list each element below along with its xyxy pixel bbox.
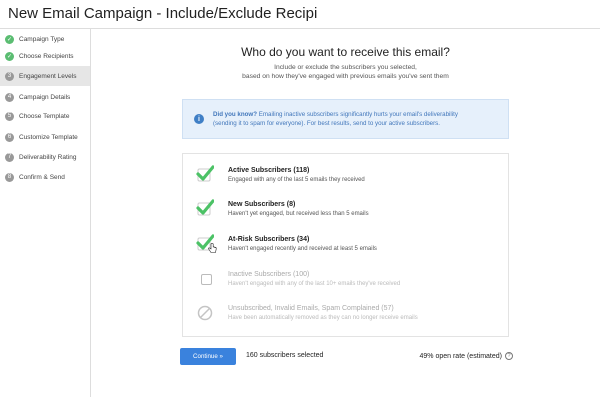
did-you-know-banner: i Did you know? Emailing inactive subscr…	[182, 99, 509, 139]
step-number-icon: 5	[5, 111, 14, 121]
option-description: Have been automatically removed as they …	[228, 315, 418, 321]
main-content: Who do you want to receive this email? I…	[91, 29, 600, 397]
option-description: Haven't yet engaged, but received less t…	[228, 211, 369, 217]
checkmark-icon: ✓	[5, 34, 14, 44]
empty-checkbox-icon[interactable]	[196, 269, 214, 287]
step-label: Confirm & Send	[19, 173, 65, 181]
tip-text-line-2: (sending it to spam for everyone). For b…	[213, 120, 440, 127]
step-number-icon: 8	[5, 172, 14, 182]
step-label: Choose Template	[19, 112, 70, 120]
checkmark-icon[interactable]	[196, 199, 214, 217]
page-title: New Email Campaign - Include/Exclude Rec…	[8, 5, 318, 22]
checkmark-icon: ✓	[5, 51, 14, 61]
step-deliverability-rating[interactable]: 7 Deliverability Rating	[0, 147, 90, 167]
open-rate-text: 49% open rate (estimated)	[419, 352, 503, 360]
option-title: Inactive Subscribers (100)	[228, 271, 310, 278]
step-label: Choose Recipients	[19, 52, 74, 60]
subtitle-line-2: based on how they've engaged with previo…	[242, 73, 449, 80]
option-title: At-Risk Subscribers (34)	[228, 236, 310, 243]
option-active-subscribers[interactable]: Active Subscribers (118) Engaged with an…	[193, 164, 503, 194]
tip-text-line-1: Emailing inactive subscribers significan…	[257, 111, 458, 118]
prohibited-icon	[197, 305, 213, 321]
step-number-icon: 7	[5, 152, 14, 162]
question-heading: Who do you want to receive this email?	[241, 45, 450, 59]
step-number-icon: 3	[5, 71, 14, 81]
selected-count: 160 subscribers selected	[246, 352, 324, 359]
help-icon[interactable]: ?	[505, 352, 513, 360]
option-title: New Subscribers (8)	[228, 201, 296, 208]
step-choose-template[interactable]: 5 Choose Template	[0, 106, 90, 126]
step-number-icon: 6	[5, 132, 14, 142]
step-label: Campaign Details	[19, 93, 71, 101]
step-number-icon: 4	[5, 92, 14, 102]
engagement-options-list: Active Subscribers (118) Engaged with an…	[182, 153, 509, 337]
option-inactive-subscribers[interactable]: Inactive Subscribers (100) Haven't engag…	[193, 268, 503, 298]
step-label: Engagement Levels	[19, 72, 77, 80]
footer-bar: Continue » 160 subscribers selected 49% …	[91, 344, 600, 368]
option-title: Active Subscribers (118)	[228, 167, 310, 174]
option-new-subscribers[interactable]: New Subscribers (8) Haven't yet engaged,…	[193, 198, 503, 228]
tip-text: Did you know? Emailing inactive subscrib…	[213, 110, 458, 128]
option-description: Engaged with any of the last 5 emails th…	[228, 177, 365, 183]
continue-button[interactable]: Continue »	[180, 348, 236, 365]
subtitle-line-1: Include or exclude the subscribers you s…	[274, 64, 417, 71]
option-unsubscribed: Unsubscribed, Invalid Emails, Spam Compl…	[193, 302, 503, 332]
step-label: Deliverability Rating	[19, 153, 77, 161]
step-customize-template[interactable]: 6 Customize Template	[0, 127, 90, 147]
open-rate-estimate: 49% open rate (estimated) ?	[419, 352, 513, 360]
option-title: Unsubscribed, Invalid Emails, Spam Compl…	[228, 305, 394, 312]
option-description: Haven't engaged recently and received at…	[228, 246, 377, 252]
checkmark-icon[interactable]	[196, 165, 214, 183]
option-description: Haven't engaged with any of the last 10+…	[228, 281, 401, 287]
step-campaign-details[interactable]: 4 Campaign Details	[0, 87, 90, 107]
info-icon: i	[194, 114, 204, 124]
step-label: Customize Template	[19, 133, 78, 141]
tip-lead: Did you know?	[213, 111, 257, 118]
step-engagement-levels[interactable]: 3 Engagement Levels	[0, 66, 90, 86]
hand-cursor-icon	[208, 243, 217, 253]
step-choose-recipients[interactable]: ✓ Choose Recipients	[0, 46, 90, 66]
wizard-sidebar: ✓ Campaign Type ✓ Choose Recipients 3 En…	[0, 29, 91, 397]
option-at-risk-subscribers[interactable]: At-Risk Subscribers (34) Haven't engaged…	[193, 233, 503, 263]
header-bar: New Email Campaign - Include/Exclude Rec…	[0, 0, 600, 29]
step-confirm-send[interactable]: 8 Confirm & Send	[0, 167, 90, 187]
step-label: Campaign Type	[19, 35, 65, 43]
